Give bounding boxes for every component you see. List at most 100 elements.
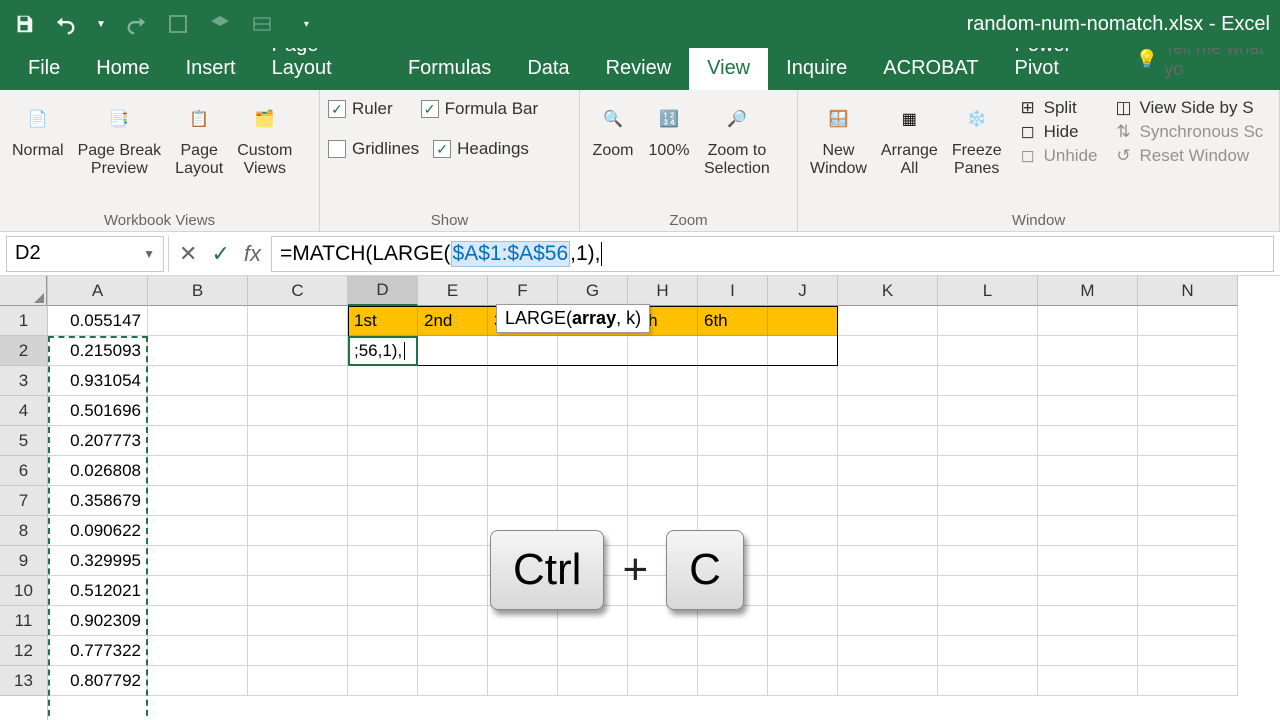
cell-N12[interactable] [1138, 636, 1238, 666]
cell-B7[interactable] [148, 486, 248, 516]
col-header-J[interactable]: J [768, 276, 838, 306]
cell-H12[interactable] [628, 636, 698, 666]
cell-B11[interactable] [148, 606, 248, 636]
cell-L5[interactable] [938, 426, 1038, 456]
col-header-E[interactable]: E [418, 276, 488, 306]
cell-I12[interactable] [698, 636, 768, 666]
cell-D12[interactable] [348, 636, 418, 666]
cell-K2[interactable] [838, 336, 938, 366]
formulabar-checkbox[interactable]: ✓Formula Bar [421, 96, 539, 122]
cell-B12[interactable] [148, 636, 248, 666]
qat-icon-3[interactable] [250, 12, 274, 36]
cell-B9[interactable] [148, 546, 248, 576]
cell-N8[interactable] [1138, 516, 1238, 546]
unhide-button[interactable]: ◻Unhide [1018, 144, 1098, 168]
cell-B2[interactable] [148, 336, 248, 366]
cell-F7[interactable] [488, 486, 558, 516]
cell-A12[interactable]: 0.777322 [48, 636, 148, 666]
cell-D11[interactable] [348, 606, 418, 636]
cell-L1[interactable] [938, 306, 1038, 336]
cell-C4[interactable] [248, 396, 348, 426]
qat-icon-1[interactable] [166, 12, 190, 36]
cancel-icon[interactable]: ✕ [179, 241, 197, 267]
reset-window-button[interactable]: ↺Reset Window [1114, 144, 1264, 168]
qat-customize-icon[interactable]: ▾ [304, 19, 309, 30]
tab-review[interactable]: Review [588, 47, 690, 90]
cell-K6[interactable] [838, 456, 938, 486]
cell-L9[interactable] [938, 546, 1038, 576]
new-window-button[interactable]: 🪟New Window [806, 96, 871, 181]
col-header-I[interactable]: I [698, 276, 768, 306]
cell-H4[interactable] [628, 396, 698, 426]
cell-F13[interactable] [488, 666, 558, 696]
cell-D7[interactable] [348, 486, 418, 516]
cell-H6[interactable] [628, 456, 698, 486]
cell-D13[interactable] [348, 666, 418, 696]
cell-A2[interactable]: 0.215093 [48, 336, 148, 366]
cell-N10[interactable] [1138, 576, 1238, 606]
col-header-A[interactable]: A [48, 276, 148, 306]
cell-G12[interactable] [558, 636, 628, 666]
cell-E11[interactable] [418, 606, 488, 636]
cell-M11[interactable] [1038, 606, 1138, 636]
cell-E6[interactable] [418, 456, 488, 486]
cell-C7[interactable] [248, 486, 348, 516]
cell-K9[interactable] [838, 546, 938, 576]
cell-E13[interactable] [418, 666, 488, 696]
cell-J9[interactable] [768, 546, 838, 576]
cell-M10[interactable] [1038, 576, 1138, 606]
cell-D9[interactable] [348, 546, 418, 576]
cell-C5[interactable] [248, 426, 348, 456]
select-all-corner[interactable] [0, 276, 47, 306]
row-header-5[interactable]: 5 [0, 426, 47, 456]
cell-M7[interactable] [1038, 486, 1138, 516]
cell-B3[interactable] [148, 366, 248, 396]
cell-F5[interactable] [488, 426, 558, 456]
cell-G6[interactable] [558, 456, 628, 486]
cell-M9[interactable] [1038, 546, 1138, 576]
cell-H3[interactable] [628, 366, 698, 396]
cell-J10[interactable] [768, 576, 838, 606]
cell-I4[interactable] [698, 396, 768, 426]
cell-K12[interactable] [838, 636, 938, 666]
cell-L10[interactable] [938, 576, 1038, 606]
cell-M6[interactable] [1038, 456, 1138, 486]
cell-B6[interactable] [148, 456, 248, 486]
cell-N7[interactable] [1138, 486, 1238, 516]
page-layout-view-button[interactable]: 📋Page Layout [171, 96, 227, 181]
tab-view[interactable]: View [689, 47, 768, 90]
save-icon[interactable] [12, 12, 36, 36]
cell-J5[interactable] [768, 426, 838, 456]
cell-M3[interactable] [1038, 366, 1138, 396]
cell-E8[interactable] [418, 516, 488, 546]
cell-F12[interactable] [488, 636, 558, 666]
col-header-B[interactable]: B [148, 276, 248, 306]
cell-M1[interactable] [1038, 306, 1138, 336]
col-header-K[interactable]: K [838, 276, 938, 306]
col-header-L[interactable]: L [938, 276, 1038, 306]
cell-G3[interactable] [558, 366, 628, 396]
cell-F6[interactable] [488, 456, 558, 486]
arrange-all-button[interactable]: ▦Arrange All [877, 96, 942, 181]
cell-J1[interactable] [768, 306, 838, 336]
custom-views-button[interactable]: 🗂️Custom Views [233, 96, 296, 181]
cell-E5[interactable] [418, 426, 488, 456]
cell-L13[interactable] [938, 666, 1038, 696]
chevron-down-icon[interactable]: ▼ [143, 247, 155, 261]
row-header-10[interactable]: 10 [0, 576, 47, 606]
cell-I1[interactable]: 6th [698, 306, 768, 336]
row-header-7[interactable]: 7 [0, 486, 47, 516]
cell-N11[interactable] [1138, 606, 1238, 636]
tab-formulas[interactable]: Formulas [390, 47, 509, 90]
cell-L12[interactable] [938, 636, 1038, 666]
cell-B4[interactable] [148, 396, 248, 426]
row-header-6[interactable]: 6 [0, 456, 47, 486]
row-header-4[interactable]: 4 [0, 396, 47, 426]
ruler-checkbox[interactable]: ✓Ruler [328, 96, 393, 122]
cell-L4[interactable] [938, 396, 1038, 426]
cell-H5[interactable] [628, 426, 698, 456]
cell-D10[interactable] [348, 576, 418, 606]
cell-C10[interactable] [248, 576, 348, 606]
cell-I3[interactable] [698, 366, 768, 396]
cell-C11[interactable] [248, 606, 348, 636]
